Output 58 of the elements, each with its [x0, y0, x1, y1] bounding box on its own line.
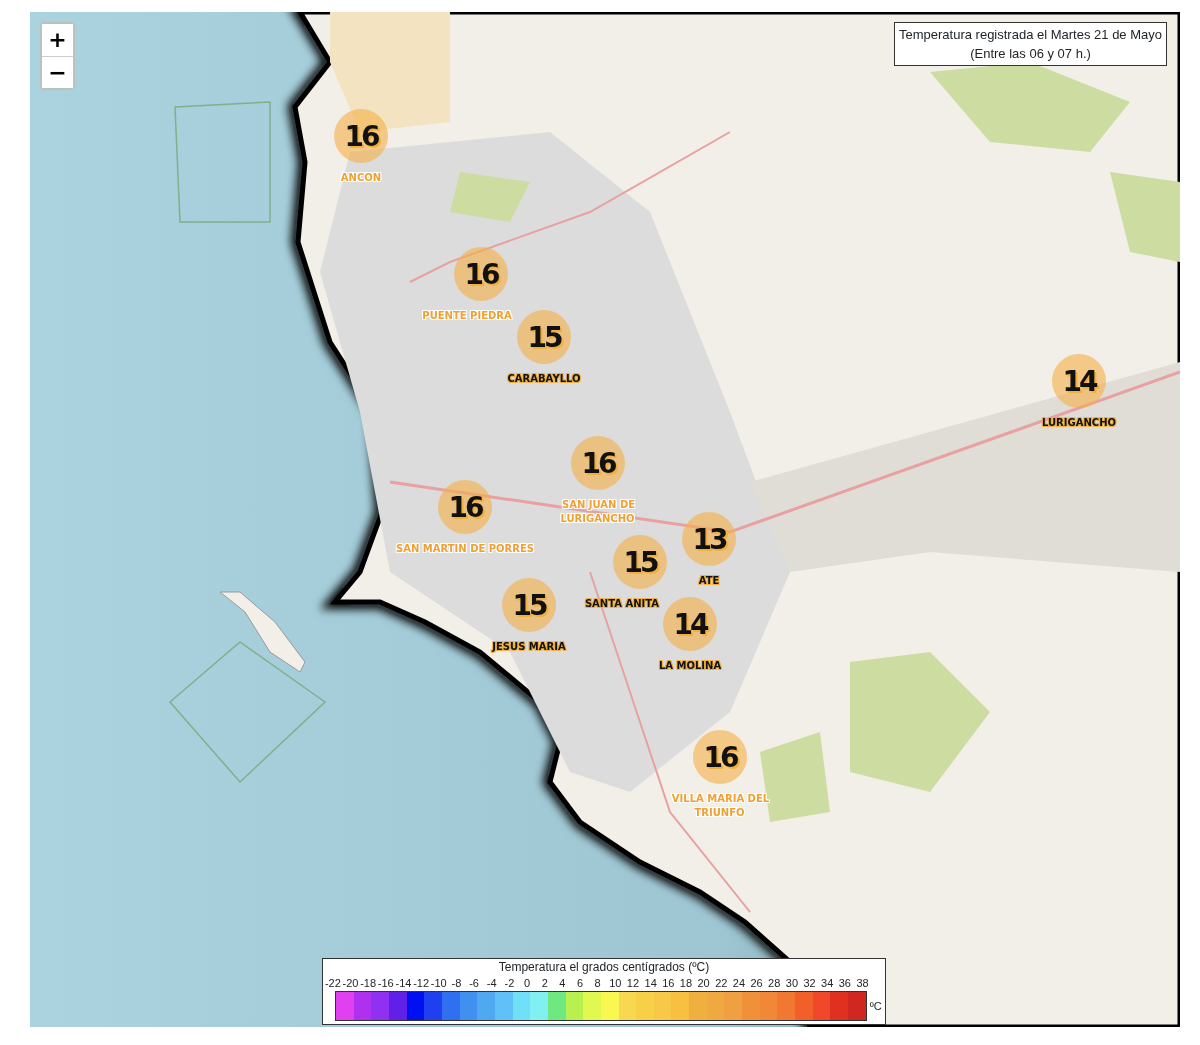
district-label: SANTA ANITA: [583, 598, 661, 609]
zoom-out-button[interactable]: −: [42, 56, 73, 88]
scale-tick-label: 12: [625, 976, 641, 990]
scale-tick-label: -14: [394, 976, 413, 990]
scale-tick-label: 2: [540, 976, 549, 990]
scale-tick-label: 22: [714, 976, 729, 990]
scale-tick-label: 10: [608, 976, 623, 990]
scale-tick-label: -10: [429, 976, 448, 990]
scale-tick-label: -6: [468, 976, 480, 990]
district-label: VILLA MARIA DEL TRIUNFO: [670, 793, 770, 818]
title-text: Temperatura registrada el Martes 21 de Mayo: [899, 26, 1162, 44]
scale-tick-label: 8: [593, 976, 602, 990]
temperature-marker[interactable]: 14: [663, 597, 717, 651]
district-label: ANCON: [339, 172, 383, 183]
scale-tick-label: -18: [359, 976, 377, 990]
legend-title: Temperatura el grados centígrados (ºC): [497, 960, 711, 975]
scale-tick-label: 14: [643, 976, 658, 990]
scale-tick-label: 20: [696, 976, 711, 990]
district-label: ATE: [697, 575, 721, 586]
scale-tick-label: -16: [376, 976, 395, 990]
district-label: PUENTE PIEDRA: [421, 310, 513, 321]
scale-tick-label: 16: [661, 976, 676, 990]
district-label: CARABAYLLO: [506, 373, 582, 384]
temperature-marker[interactable]: 16: [571, 436, 625, 490]
temperature-marker[interactable]: 14: [1052, 354, 1106, 408]
district-label: LURIGANCHO: [1040, 417, 1118, 428]
scale-tick-label: 26: [749, 976, 764, 990]
district-label: SAN MARTIN DE PORRES: [395, 543, 535, 554]
temperature-marker[interactable]: 16: [693, 730, 747, 784]
district-label: SAN JUAN DE LURIGANCHO: [560, 499, 636, 524]
scale-tick-label: 6: [575, 976, 585, 990]
scale-tick-label: 38: [855, 976, 870, 990]
scale-tick-label: 36: [837, 976, 852, 990]
scale-tick-label: 30: [784, 976, 799, 990]
temperature-marker[interactable]: 15: [502, 578, 556, 632]
scale-tick-label: -4: [485, 976, 498, 990]
scale-tick-label: -20: [341, 976, 360, 990]
unit-label: ºC: [869, 998, 882, 1014]
temperature-marker[interactable]: 15: [613, 535, 667, 589]
temperature-marker[interactable]: 13: [682, 512, 736, 566]
scale-tick-label: -8: [450, 976, 463, 990]
temperature-marker[interactable]: 16: [438, 480, 492, 534]
scale-tick-label: 34: [820, 976, 835, 990]
temperature-marker[interactable]: 15: [517, 310, 571, 364]
district-label: LA MOLINA: [657, 660, 723, 671]
scale-tick-label: 0: [523, 976, 532, 990]
scale-tick-label: 32: [802, 976, 817, 990]
scale-tick-label: -22: [324, 976, 342, 990]
title-text: (Entre las 06 y 07 h.): [969, 45, 1092, 63]
temperature-marker[interactable]: 16: [334, 109, 388, 163]
scale-tick-label: 18: [678, 976, 694, 990]
district-label: JESUS MARIA: [491, 641, 567, 652]
scale-tick-label: 4: [558, 976, 567, 990]
scale-tick-label: -2: [503, 976, 516, 990]
temperature-marker[interactable]: 16: [454, 247, 508, 301]
scale-tick-label: 28: [767, 976, 782, 990]
scale-tick-label: -12: [412, 976, 430, 990]
scale-tick-label: 24: [731, 976, 747, 990]
